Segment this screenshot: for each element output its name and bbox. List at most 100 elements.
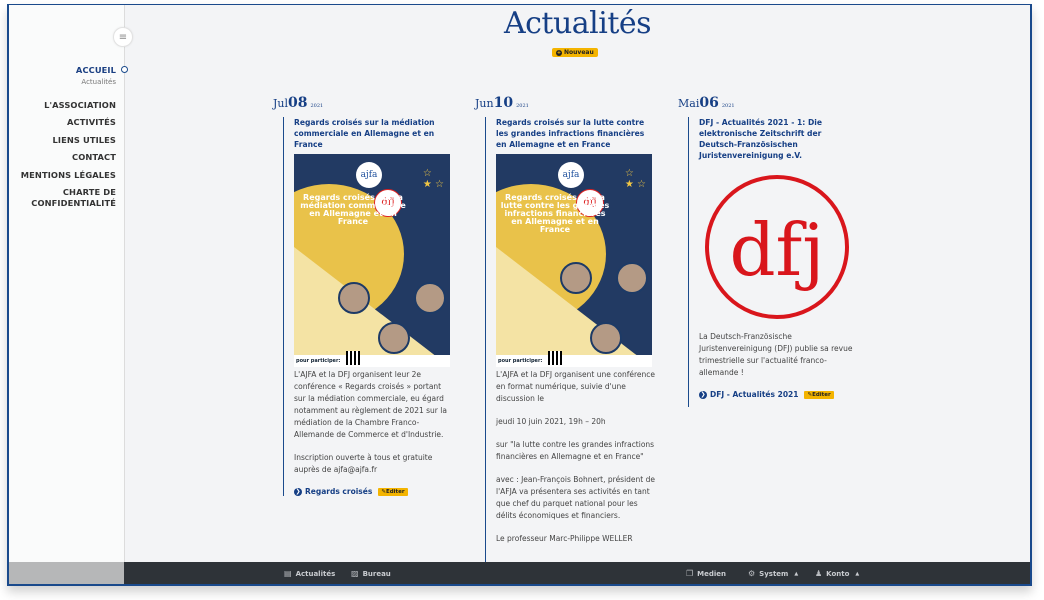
arrow-right-circle-icon: ❯ [294,487,302,496]
post-paragraph: L'AJFA et la DFJ organisent une conféren… [496,370,655,403]
sidebar-item-activites[interactable]: ACTIVITÉS [9,117,116,128]
post-paragraph: La Deutsch-Französische Juristenvereinig… [699,332,853,377]
toolbar-konto[interactable]: ♟ Konto ▲ [815,569,859,578]
speaker-photo [338,282,370,314]
post-day: 06 [699,95,719,111]
sidebar-item-charte[interactable]: CHARTE DE CONFIDENTIALITÉ [9,187,116,209]
news-item: Jul08 2021 Regards croisés sur la médiati… [273,95,453,496]
toolbar-medien[interactable]: ❐ Medien [686,569,726,578]
post-image[interactable]: ☆ ★ ☆ ajfa dfj Regards croisés sur la lut… [496,154,652,367]
svg-text:dfj: dfj [729,208,824,292]
sidebar-item-label: ACCUEIL [75,65,116,75]
post-body: DFJ - Actualités 2021 - 1: Die elektroni… [688,117,858,407]
post-text: L'AJFA et la DFJ organisent une conféren… [496,369,655,545]
post-text: La Deutsch-Französische Juristenvereinig… [699,331,858,379]
read-more-link[interactable]: Regards croisés [305,487,372,496]
dfj-logo-icon: dfj [705,175,849,319]
gear-icon: ⚙ [748,569,756,578]
qr-code [346,351,360,365]
edit-button[interactable]: ✎Editer [804,390,834,399]
poster-title: Regards croisés sur la lutte contre les … [500,193,610,234]
poster-footer: pour participer: [496,355,652,367]
toolbar-stub [9,562,124,584]
post-year: 2021 [310,103,324,109]
post-paragraph: sur "la lutte contre les grandes infract… [496,440,655,461]
toolbar-label: System [759,569,789,578]
sidebar-item-mentions-legales[interactable]: MENTIONS LÉGALES [9,170,116,181]
desk-icon: ▨ [351,569,359,578]
post-day: 08 [288,95,308,111]
toolbar-label: Actualités [295,569,336,578]
sidebar-item-contact[interactable]: CONTACT [9,152,116,163]
poster-title: Regards croisés sur la médiation commerc… [300,193,406,226]
hamburger-icon: ≡ [118,31,128,43]
toolbar-system[interactable]: ⚙ System ▲ [748,569,798,578]
post-month: Mai [678,97,700,110]
ajfa-logo: ajfa [558,162,584,188]
media-icon: ❐ [686,569,694,578]
news-item: Mai06 2021 DFJ - Actualités 2021 - 1: Die… [678,95,858,407]
speaker-photo [560,262,592,294]
post-date: Jul08 2021 [273,95,453,111]
page-title: Actualités [503,6,652,41]
post-year: 2021 [516,103,529,109]
sidebar-item-liens-utiles[interactable]: LIENS UTILES [9,135,116,146]
sidebar-item-association[interactable]: L'ASSOCIATION [9,100,116,111]
speaker-photo [414,282,446,314]
post-body: Regards croisés sur la lutte contre les … [485,117,655,584]
admin-toolbar: ▤ Actualités ▨ Bureau ❐ Medien ⚙ System … [9,562,1030,584]
new-post-button[interactable]: + Nouveau [552,48,598,57]
post-image[interactable]: ☆ ★ ☆ ajfa dfj Regards croisés sur la méd… [294,154,450,367]
post-month: Jun [475,97,494,110]
toolbar-label: Konto [826,569,850,578]
sidebar: ACCUEIL Actualités L'ASSOCIATION ACTIVIT… [9,5,128,562]
new-post-label: Nouveau [564,49,594,56]
post-paragraph: Inscription ouverte à tous et gratuite a… [294,453,433,474]
ajfa-logo: ajfa [356,162,382,188]
post-date: Mai06 2021 [678,95,858,111]
stars-icon: ☆ ★ ☆ [422,168,444,190]
post-link-row: ❯ Regards croisés ✎Editer [294,487,453,496]
edit-label: Editer [385,488,405,495]
edit-button[interactable]: ✎Editer [378,487,408,496]
menu-toggle-button[interactable]: ≡ [113,27,133,47]
post-image[interactable]: dfj [699,175,859,325]
caret-up-icon: ▲ [794,570,799,577]
arrow-right-circle-icon: ❯ [699,390,707,399]
post-paragraph: jeudi 10 juin 2021, 19h – 20h [496,417,606,426]
post-day: 10 [493,95,514,111]
caret-up-icon: ▲ [855,570,860,577]
sidebar-nav: ACCUEIL Actualités L'ASSOCIATION ACTIVIT… [9,65,128,216]
toolbar-label: Bureau [362,569,391,578]
post-paragraph: L'AJFA et la DFJ organisent leur 2e conf… [294,370,447,439]
post-paragraph: avec : Jean-François Bohnert, président … [496,475,655,520]
post-date: Jun10 2021 [475,95,655,111]
app-window: ACCUEIL Actualités L'ASSOCIATION ACTIVIT… [7,4,1032,586]
poster-footer: pour participer: [294,355,450,367]
news-item: Jun10 2021 Regards croisés sur la lutte c… [475,95,655,584]
main-content: Actualités + Nouveau Jul08 2021 Regards c… [125,5,1030,584]
qr-code [548,351,562,365]
post-title[interactable]: Regards croisés sur la lutte contre les … [496,117,655,150]
sidebar-subitem-actualites[interactable]: Actualités [9,78,116,86]
post-paragraph: Le professeur Marc-Philippe WELLER [496,534,633,543]
stars-icon: ☆ ★ ☆ [624,168,646,190]
post-month: Jul [273,97,289,110]
plus-circle-icon: + [556,49,562,56]
toolbar-actualites[interactable]: ▤ Actualités [284,569,335,578]
toolbar-bureau[interactable]: ▨ Bureau [351,569,391,578]
post-title[interactable]: Regards croisés sur la médiation commerc… [294,117,453,150]
post-year: 2021 [721,103,735,109]
post-body: Regards croisés sur la médiation commerc… [283,117,453,496]
sidebar-item-accueil[interactable]: ACCUEIL [9,65,128,76]
post-text: L'AJFA et la DFJ organisent leur 2e conf… [294,369,453,476]
post-link-row: ❯ DFJ - Actualités 2021 ✎Editer [699,390,858,399]
speaker-photo [616,262,648,294]
read-more-link[interactable]: DFJ - Actualités 2021 [710,390,798,399]
user-icon: ♟ [815,569,823,578]
newspaper-icon: ▤ [284,569,292,578]
speaker-photo [378,322,410,354]
post-title[interactable]: DFJ - Actualités 2021 - 1: Die elektroni… [699,117,858,161]
edit-label: Editer [812,391,831,398]
speaker-photo [590,322,622,354]
